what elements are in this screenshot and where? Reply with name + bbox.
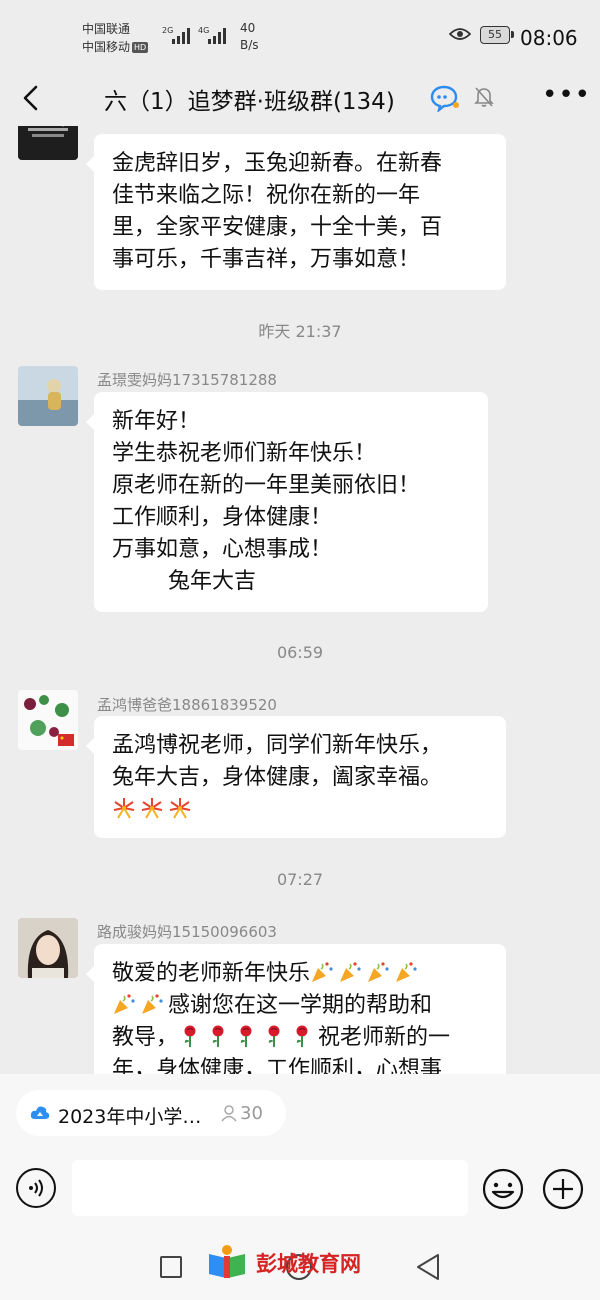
message-bubble[interactable]: 新年好！ 学生恭祝老师们新年快乐！ 原老师在新的一年里美丽依旧！ 工作顺利，身体… [86,392,488,612]
party-popper-icon [142,994,163,1014]
back-nav-icon[interactable] [414,1252,442,1282]
message-line: 里，全家平安健康，十全十美，百 [112,215,443,240]
more-options-icon[interactable]: ••• [542,80,590,112]
avatar[interactable] [18,918,78,978]
fireworks-icon [169,798,191,819]
message-line: 事可乐，千事吉祥，万事如意！ [112,247,421,272]
emoji-smile-icon[interactable] [482,1168,524,1210]
message-line: 孟鸿博祝老师，同学们新年快乐， [112,733,443,758]
watermark-text: 彭城教育网 [256,1252,361,1276]
rose-icon [212,1025,224,1047]
party-popper-icon [114,994,135,1014]
add-plus-icon[interactable] [542,1168,584,1210]
message-line: 万事如意，心想事成！ [112,537,333,562]
clock: 08:06 [520,26,578,50]
chat-header: 六（1）追梦群·班级群(134) ••• [0,70,600,126]
message-line: 感谢您在这一学期的帮助和 [112,990,488,1022]
recent-apps-icon[interactable] [160,1256,182,1278]
avatar[interactable] [18,366,78,426]
pinned-file-count: 30 [240,1103,263,1124]
message-input[interactable] [72,1160,468,1216]
sender-name: 路成骏妈妈15150096603 [97,923,277,941]
rose-icon [296,1025,308,1047]
sender-name: 孟鸿博爸爸18861839520 [97,696,277,714]
message-line: 金虎辞旧岁，玉兔迎新春。在新春 [112,151,443,176]
rose-icon [240,1025,252,1047]
sender-name: 孟璟雯妈妈17315781288 [97,371,277,389]
chat-title: 六（1）追梦群·班级群(134) [104,89,395,115]
chat-input-area: 2023年中小学… 30 彭城教育网 [0,1074,600,1300]
message-text: 感谢您在这一学期的帮助和 [168,993,433,1018]
eye-comfort-icon [449,28,471,40]
cloud-file-icon [30,1106,50,1119]
mute-bell-icon [474,87,494,107]
back-arrow-icon[interactable] [18,84,46,112]
signal-bars-icon [172,28,192,44]
system-nav-bar: 彭城教育网 [0,1238,600,1300]
timestamp: 昨天 21:37 [258,322,342,341]
group-chat-bubble-icon[interactable] [430,84,462,112]
rose-icon [268,1025,280,1047]
message-line: 新年好！ [112,409,201,434]
message-line: 教导， 祝老师新的一 [112,1022,488,1054]
person-icon [221,1105,237,1122]
network-speed: 40 B/s [240,20,259,54]
message-line: 兔年大吉 [112,569,256,594]
pinned-file-name: 2023年中小学… [58,1106,202,1128]
message-line: 学生恭祝老师们新年快乐！ [112,441,377,466]
carrier-info: 中国联通 中国移动 HD [82,20,149,56]
status-bar: 中国联通 中国移动 HD 2G 4G 40 B/s 55 08:06 [0,0,600,70]
message-line: 兔年大吉，身体健康，阖家幸福。 [112,765,443,790]
rose-icon [184,1025,196,1047]
voice-input-icon[interactable] [16,1168,56,1208]
speed-unit: B/s [240,38,259,52]
party-popper-icon [368,962,389,982]
message-text: 祝老师新的一 [318,1025,451,1050]
book-logo-icon [209,1245,245,1278]
party-popper-icon [312,962,333,982]
message-line: 原老师在新的一年里美丽依旧！ [112,473,421,498]
battery-icon: 55 [480,26,514,44]
party-popper-icon [340,962,361,982]
carrier-2: 中国移动 [82,40,131,54]
party-popper-icon [396,962,417,982]
fireworks-icon [113,798,135,819]
emoji-line [112,794,488,826]
message-line: 佳节来临之际！祝你在新的一年 [112,183,421,208]
speed-value: 40 [240,21,256,35]
message-line: 工作顺利，身体健康！ [112,505,333,530]
message-bubble[interactable]: 金虎辞旧岁，玉兔迎新春。在新春 佳节来临之际！祝你在新的一年 里，全家平安健康，… [86,134,506,290]
avatar[interactable] [18,126,78,160]
message-text: 教导， [112,1025,179,1050]
timestamp: 06:59 [276,643,324,662]
message-bubble[interactable]: 孟鸿博祝老师，同学们新年快乐， 兔年大吉，身体健康，阖家幸福。 [86,716,506,838]
timestamp: 07:27 [276,870,324,889]
message-text: 敬爱的老师新年快乐 [112,961,311,986]
fireworks-icon [141,798,163,819]
hd-badge: HD [132,42,149,53]
message-list[interactable]: 金虎辞旧岁，玉兔迎新春。在新春 佳节来临之际！祝你在新的一年 里，全家平安健康，… [0,126,600,1074]
message-line: 年，身体健康，工作顺利，心想事 [112,1057,443,1074]
avatar[interactable] [18,690,78,750]
carrier-1: 中国联通 [82,22,131,36]
pinned-file-chip[interactable]: 2023年中小学… 30 [16,1090,286,1136]
message-line: 敬爱的老师新年快乐 [112,958,488,990]
message-bubble[interactable]: 敬爱的老师新年快乐 感谢您在这一学期的帮助和 教导， 祝老师新的一 年，身体健康，… [86,944,506,1074]
signal-bars-icon [208,28,228,44]
